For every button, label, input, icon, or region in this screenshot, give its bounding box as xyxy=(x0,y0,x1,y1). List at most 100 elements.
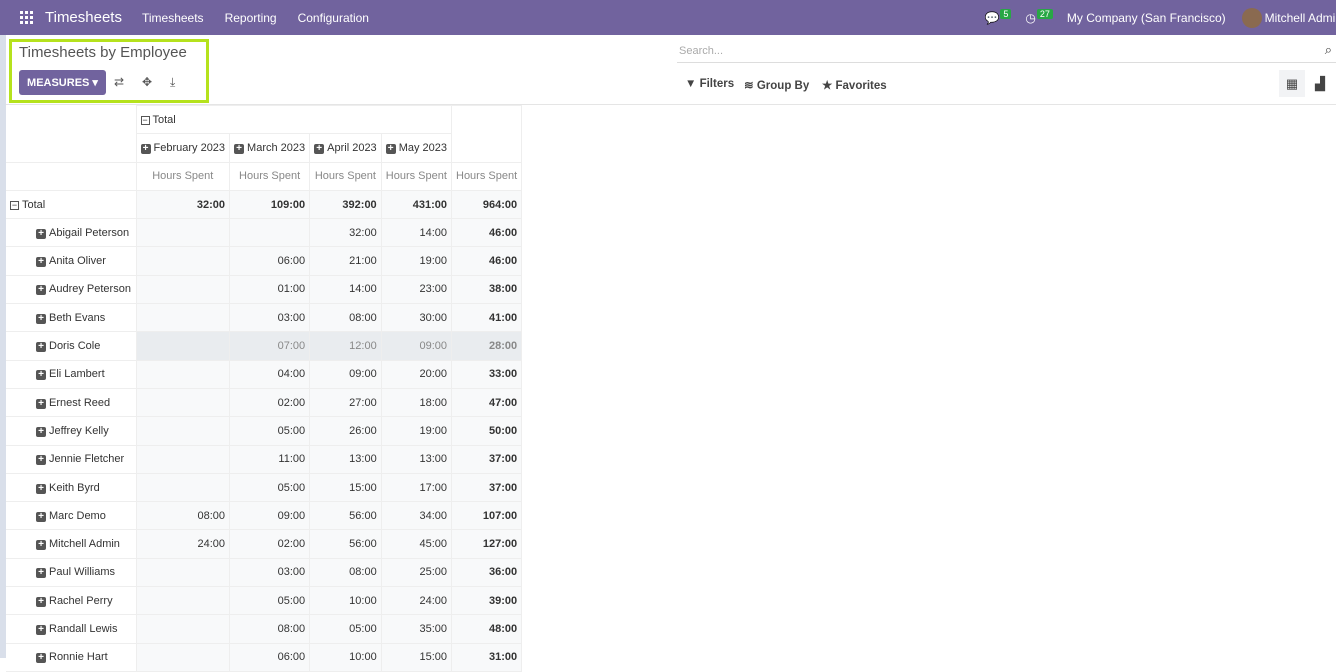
cell[interactable] xyxy=(229,218,311,248)
cell[interactable]: 06:00 xyxy=(229,642,311,672)
cell[interactable] xyxy=(135,274,231,305)
cell[interactable]: 39:00 xyxy=(450,586,523,616)
cell[interactable]: 05:00 xyxy=(229,586,311,616)
cell[interactable]: 11:00 xyxy=(229,444,311,474)
cell[interactable] xyxy=(135,359,231,389)
menu-reporting[interactable]: Reporting xyxy=(225,11,277,25)
cell[interactable]: 13:00 xyxy=(380,444,453,474)
menu-timesheets[interactable]: Timesheets xyxy=(142,11,204,25)
cell[interactable]: 37:00 xyxy=(450,444,523,474)
cell[interactable]: 21:00 xyxy=(309,246,382,276)
cell[interactable]: 107:00 xyxy=(450,501,523,531)
measure-header[interactable]: Hours Spent xyxy=(309,161,382,191)
measure-header[interactable]: Hours Spent xyxy=(229,161,311,191)
cell[interactable]: 109:00 xyxy=(229,189,311,220)
row-header[interactable]: + Audrey Peterson xyxy=(6,274,137,305)
cell[interactable]: 05:00 xyxy=(309,614,382,644)
cell[interactable]: 10:00 xyxy=(309,642,382,672)
cell[interactable]: 34:00 xyxy=(380,501,453,531)
col-header-total[interactable]: − Total xyxy=(135,104,452,135)
cell[interactable]: 27:00 xyxy=(309,387,382,418)
pivot-view-icon[interactable]: ▦ xyxy=(1279,70,1305,97)
cell[interactable]: 09:00 xyxy=(229,501,311,531)
row-header[interactable]: + Mitchell Admin xyxy=(6,529,137,559)
cell[interactable]: 48:00 xyxy=(450,614,523,644)
graph-view-icon[interactable]: ▟ xyxy=(1307,70,1333,97)
cell[interactable]: 12:00 xyxy=(309,331,382,361)
search-icon[interactable]: ⌕ xyxy=(1325,42,1332,58)
cell[interactable]: 03:00 xyxy=(229,303,311,333)
download-icon[interactable]: ⤓ xyxy=(170,75,175,90)
cell[interactable]: 09:00 xyxy=(309,359,382,389)
cell[interactable] xyxy=(135,614,231,644)
row-header[interactable]: + Paul Williams xyxy=(6,557,137,588)
measures-button[interactable]: MEASURES ▾ xyxy=(19,70,106,95)
cell[interactable]: 08:00 xyxy=(229,614,311,644)
cell[interactable] xyxy=(135,303,231,333)
group-by-button[interactable]: ≋ Group By xyxy=(744,78,809,92)
search-input[interactable]: Search... xyxy=(677,40,1336,63)
col-header-apr[interactable]: + April 2023 xyxy=(309,133,382,163)
cell[interactable]: 46:00 xyxy=(450,246,523,276)
cell[interactable]: 431:00 xyxy=(380,189,453,220)
cell[interactable] xyxy=(135,218,231,248)
cell[interactable] xyxy=(135,387,231,418)
row-header[interactable]: + Keith Byrd xyxy=(6,472,137,503)
cell[interactable]: 32:00 xyxy=(309,218,382,248)
cell[interactable]: 127:00 xyxy=(450,529,523,559)
row-header[interactable]: + Anita Oliver xyxy=(6,246,137,276)
cell[interactable]: 04:00 xyxy=(229,359,311,389)
cell[interactable]: 17:00 xyxy=(380,472,453,503)
row-header[interactable]: + Ernest Reed xyxy=(6,387,137,418)
cell[interactable]: 45:00 xyxy=(380,529,453,559)
cell[interactable] xyxy=(135,416,231,446)
cell[interactable]: 08:00 xyxy=(135,501,231,531)
cell[interactable]: 24:00 xyxy=(135,529,231,559)
app-name[interactable]: Timesheets xyxy=(45,9,122,26)
cell[interactable] xyxy=(135,557,231,588)
avatar[interactable] xyxy=(1241,7,1262,28)
cell[interactable]: 50:00 xyxy=(450,416,523,446)
cell[interactable]: 20:00 xyxy=(380,359,453,389)
cell[interactable]: 31:00 xyxy=(450,642,523,672)
col-header-feb[interactable]: + February 2023 xyxy=(135,133,231,163)
col-header-mar[interactable]: + March 2023 xyxy=(229,133,311,163)
cell[interactable]: 14:00 xyxy=(309,274,382,305)
row-header[interactable]: + Jennie Fletcher xyxy=(6,444,137,474)
cell[interactable] xyxy=(135,246,231,276)
cell[interactable]: 41:00 xyxy=(450,303,523,333)
cell[interactable]: 47:00 xyxy=(450,387,523,418)
row-header[interactable]: + Jeffrey Kelly xyxy=(6,416,137,446)
cell[interactable]: 15:00 xyxy=(380,642,453,672)
cell[interactable]: 24:00 xyxy=(380,586,453,616)
cell[interactable]: 03:00 xyxy=(229,557,311,588)
user-menu[interactable]: Mitchell Admin xyxy=(1265,11,1336,25)
cell[interactable]: 30:00 xyxy=(380,303,453,333)
col-header-may[interactable]: + May 2023 xyxy=(380,133,453,163)
row-header[interactable]: + Eli Lambert xyxy=(6,359,137,389)
cell[interactable]: 33:00 xyxy=(450,359,523,389)
cell[interactable]: 23:00 xyxy=(380,274,453,305)
cell[interactable]: 08:00 xyxy=(309,303,382,333)
cell[interactable]: 36:00 xyxy=(450,557,523,588)
favorites-button[interactable]: ★ Favorites xyxy=(822,78,887,92)
apps-menu-icon[interactable] xyxy=(20,11,33,24)
cell[interactable]: 07:00 xyxy=(229,331,311,361)
cell[interactable]: 56:00 xyxy=(309,529,382,559)
measure-header[interactable]: Hours Spent xyxy=(380,161,453,191)
row-header[interactable]: + Abigail Peterson xyxy=(6,218,137,248)
row-header[interactable]: + Marc Demo xyxy=(6,501,137,531)
cell[interactable] xyxy=(135,642,231,672)
cell[interactable]: 15:00 xyxy=(309,472,382,503)
cell[interactable]: 08:00 xyxy=(309,557,382,588)
cell[interactable]: 38:00 xyxy=(450,274,523,305)
company-switcher[interactable]: My Company (San Francisco) xyxy=(1067,11,1226,25)
row-header[interactable]: + Rachel Perry xyxy=(6,586,137,616)
cell[interactable] xyxy=(135,586,231,616)
cell[interactable]: 18:00 xyxy=(380,387,453,418)
cell[interactable]: 35:00 xyxy=(380,614,453,644)
cell[interactable]: 392:00 xyxy=(309,189,382,220)
cell[interactable]: 19:00 xyxy=(380,246,453,276)
expand-all-icon[interactable]: ✥ xyxy=(142,75,152,89)
cell[interactable]: 25:00 xyxy=(380,557,453,588)
